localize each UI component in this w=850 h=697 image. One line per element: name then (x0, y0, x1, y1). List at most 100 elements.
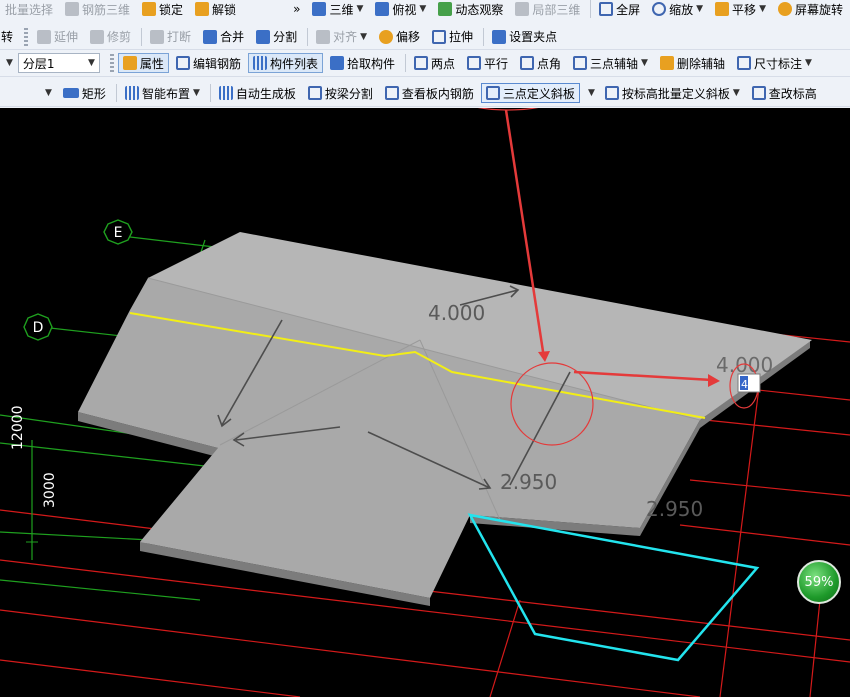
top-view-icon (375, 2, 390, 16)
separator (307, 27, 309, 46)
unlock-button[interactable]: 解锁 (190, 0, 241, 18)
stretch-button[interactable]: 拉伸 (427, 27, 478, 47)
toolbar-row-edit: 转 延伸 修剪 打断 合并 分割 对齐 ▼ 偏移 拉伸 设置夹点 (0, 24, 850, 50)
layer-caret[interactable]: ▼ (0, 53, 16, 73)
axis-d-marker[interactable]: D (23, 313, 53, 341)
slope-dropdown-caret[interactable]: ▼ (582, 83, 598, 103)
separator (404, 54, 406, 72)
elevation-input-value: 4 (741, 378, 748, 391)
elevation-label-top-left: 4.000 (428, 301, 485, 325)
separator (209, 84, 211, 102)
chevron-down-icon: ▼ (759, 4, 766, 14)
3d-viewport[interactable]: E D 12000 3000 4.000 4.000 2.950 2.950 4 (0, 108, 850, 697)
toolbar-grip[interactable] (109, 54, 114, 72)
point-angle-button[interactable]: 点角 (515, 53, 566, 73)
extend-icon (37, 29, 52, 44)
pan-dropdown[interactable]: 平移 ▼ (710, 0, 771, 18)
rotate-icon (777, 2, 792, 16)
full-screen-icon (599, 2, 614, 16)
trim-button[interactable]: 修剪 (85, 27, 136, 47)
dimension-3000: 3000 (42, 472, 58, 508)
offset-button[interactable]: 偏移 (374, 27, 425, 47)
chevron-down-icon: ▼ (696, 4, 704, 14)
rotate-button[interactable]: 转 (0, 27, 18, 47)
elevation-label-top-right: 4.000 (716, 353, 773, 377)
break-button[interactable]: 打断 (145, 27, 196, 47)
batch-slope-by-elevation-dropdown[interactable]: 按标高批量定义斜板 ▼ (600, 83, 745, 103)
list-icon (252, 56, 267, 70)
dimension-icon (736, 56, 751, 70)
dynamic-observe-button[interactable]: 动态观察 (433, 0, 508, 18)
parallel-button[interactable]: 平行 (462, 53, 513, 73)
dimension-12000: 12000 (10, 405, 26, 450)
toolbar-row-slab: ▼ 矩形 智能布置 ▼ 自动生成板 按梁分割 查看板内钢筋 三点定义斜板 ▼ 按标… (0, 80, 850, 107)
layer-select[interactable]: 分层1 ▼ (17, 53, 100, 73)
local-3d-icon (515, 2, 530, 16)
orbit-icon (438, 2, 453, 16)
chevron-down-icon: ▼ (356, 4, 364, 14)
local-3d-button[interactable]: 局部三维 (510, 0, 585, 18)
split-button[interactable]: 分割 (251, 27, 302, 47)
properties-button[interactable]: 属性 (117, 53, 169, 73)
top-view-dropdown[interactable]: 俯视 ▼ (370, 0, 431, 18)
cube-icon (312, 2, 327, 16)
batch-select-button[interactable]: 批量选择 (0, 0, 58, 18)
chevron-down-icon: ▼ (6, 58, 13, 68)
toolbar-grip[interactable] (24, 27, 29, 46)
separator (115, 84, 117, 102)
separator (483, 27, 485, 46)
align-dropdown[interactable]: 对齐 ▼ (311, 27, 372, 47)
merge-button[interactable]: 合并 (198, 27, 249, 47)
delete-axis-button[interactable]: 删除辅轴 (655, 53, 730, 73)
rectangle-button[interactable]: 矩形 (58, 83, 111, 103)
hand-icon (715, 2, 730, 16)
two-points-icon (413, 56, 428, 70)
set-grip-button[interactable]: 设置夹点 (487, 27, 562, 47)
pick-component-button[interactable]: 拾取构件 (325, 53, 400, 73)
split-by-beam-button[interactable]: 按梁分割 (303, 83, 378, 103)
screen-rotate-button[interactable]: 屏幕旋转 (773, 0, 848, 18)
full-screen-button[interactable]: 全屏 (594, 0, 645, 18)
properties-icon (122, 56, 137, 70)
edit-rebar-icon (175, 56, 190, 70)
chevron-down-icon: ▼ (45, 88, 52, 98)
auto-slab-button[interactable]: 自动生成板 (214, 83, 301, 103)
rebar-3d-button[interactable]: 钢筋三维 (60, 0, 135, 18)
separator (590, 0, 592, 18)
point-angle-icon (520, 56, 535, 70)
dimension-dropdown[interactable]: 尺寸标注 ▼ (732, 53, 817, 73)
edit-rebar-button[interactable]: 编辑钢筋 (171, 53, 246, 73)
view-rebar-icon (384, 86, 399, 100)
merge-icon (203, 29, 218, 44)
chevron-down-icon: ▼ (88, 58, 95, 68)
chevron-down-icon: ▼ (641, 58, 648, 68)
batch-slope-icon (604, 86, 619, 100)
check-elevation-button[interactable]: 查改标高 (747, 83, 822, 103)
lock-icon (142, 2, 157, 16)
view-3d-dropdown[interactable]: 三维 ▼ (307, 0, 368, 18)
eyedropper-icon (329, 56, 344, 70)
more-tools-chevron[interactable]: » (288, 0, 305, 18)
slab-footprint-outline[interactable] (467, 513, 760, 662)
offset-icon (379, 29, 394, 44)
draw-dropdown-caret[interactable]: ▼ (38, 83, 56, 103)
progress-badge[interactable]: 59% (797, 560, 841, 604)
two-points-button[interactable]: 两点 (409, 53, 460, 73)
three-point-slope-button[interactable]: 三点定义斜板 (480, 83, 580, 103)
viewport-canvas[interactable]: E D 12000 3000 4.000 4.000 2.950 2.950 4 (0, 108, 850, 697)
zoom-dropdown[interactable]: 缩放 ▼ (647, 0, 708, 18)
three-point-slope-icon (485, 86, 500, 100)
split-by-beam-icon (307, 86, 322, 100)
three-point-axis-dropdown[interactable]: 三点辅轴 ▼ (568, 53, 653, 73)
elevation-label-bottom-right: 2.950 (646, 497, 703, 521)
axis-e-marker[interactable]: E (103, 219, 133, 245)
three-point-axis-icon (573, 56, 588, 70)
stretch-icon (432, 29, 447, 44)
extend-button[interactable]: 延伸 (32, 27, 83, 47)
rectangle-icon (62, 88, 79, 98)
lock-button[interactable]: 锁定 (137, 0, 188, 18)
view-slab-rebar-button[interactable]: 查看板内钢筋 (380, 83, 479, 103)
eraser-icon (659, 56, 674, 70)
smart-layout-dropdown[interactable]: 智能布置 ▼ (120, 83, 205, 103)
component-list-button[interactable]: 构件列表 (247, 53, 323, 73)
